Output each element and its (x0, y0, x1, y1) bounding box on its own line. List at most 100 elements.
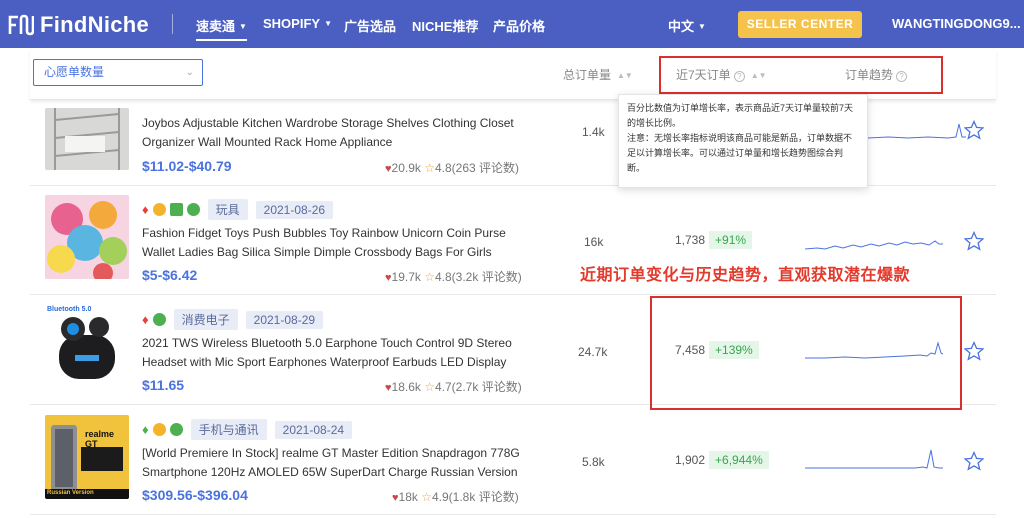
play-video-icon[interactable] (186, 203, 200, 216)
wishlist-rating: ♥18.6k ☆4.7(2.7k 评论数) (385, 378, 522, 395)
tooltip-note: 注意：无增长率指标说明该商品可能是新品，订单数据不足以计算增长率。可以通过订单量… (627, 133, 853, 173)
orders-7d-value: 1,902 (675, 453, 706, 467)
orders-7d: 1,902 +6,944% (675, 451, 769, 469)
half-star-icon: ☆ (424, 270, 435, 284)
favorite-star-icon[interactable] (964, 451, 984, 471)
orders-7d: 1,738 +91% (675, 231, 753, 249)
rating-text: 4.8(3.2k 评论数) (435, 270, 522, 284)
product-title[interactable]: Joybos Adjustable Kitchen Wardrobe Stora… (142, 114, 542, 152)
nav-product-price[interactable]: 产品价格 (493, 16, 545, 35)
trend-sparkline (805, 240, 943, 250)
column-header-bar: 心愿单数量 ⌄ 总订单量 ▲▼ 近7天订单? ▲▼ 订单趋势? (30, 50, 996, 100)
top-navigation-bar: FindNiche 速卖通 ▼ SHOPIFY ▼ 广告选品 NICHE推荐 产品价… (0, 0, 1024, 48)
chevron-down-icon: ▼ (239, 22, 247, 31)
hot-fire-icon: ♦ (142, 312, 149, 327)
favorite-star-icon[interactable] (964, 120, 984, 140)
half-star-icon: ☆ (424, 380, 435, 394)
logo-icon (8, 14, 34, 36)
orders-7d-value: 1,738 (675, 233, 706, 247)
highlight-box-row (650, 296, 962, 410)
title-line: [World Premiere In Stock] realme GT Mast… (142, 446, 520, 460)
category-tag[interactable]: 玩具 (207, 199, 248, 220)
title-line: 2021 TWS Wireless Bluetooth 5.0 Earphone… (142, 336, 512, 350)
wishlist-rating: ♥20.9k ☆4.8(263 评论数) (385, 159, 519, 176)
sort-icon: ▲▼ (617, 71, 633, 80)
category-tag[interactable]: 消费电子 (173, 309, 238, 330)
nav-ad-selection[interactable]: 广告选品 (344, 16, 396, 35)
date-tag: 2021-08-29 (245, 310, 324, 329)
award-icon (152, 203, 166, 216)
shopify-bag-icon (169, 203, 183, 216)
wishlist-count: 19.7k (391, 270, 421, 284)
play-video-icon[interactable] (152, 313, 166, 326)
product-badges: ♦ 玩具 2021-08-26 (142, 199, 334, 220)
annotation-caption: 近期订单变化与历史趋势，直观获取潜在爆款 (580, 267, 911, 284)
rating-text: 4.7(2.7k 评论数) (435, 380, 522, 394)
title-line: Joybos Adjustable Kitchen Wardrobe Stora… (142, 116, 514, 130)
rating-text: 4.8(263 评论数) (435, 161, 520, 175)
sort-select[interactable]: 心愿单数量 ⌄ (33, 59, 203, 86)
nav-label: 广告选品 (344, 19, 397, 34)
tooltip-text: 百分比数值为订单增长率，表示商品近7天订单量较前7天的增长比例。 (627, 103, 854, 128)
favorite-star-icon[interactable] (964, 341, 984, 361)
product-title[interactable]: Fashion Fidget Toys Push Bubbles Toy Rai… (142, 224, 542, 262)
total-orders: 1.4k (582, 125, 605, 139)
chevron-down-icon: ▼ (324, 19, 332, 28)
nav-label: SHOPIFY (263, 16, 321, 31)
wishlist-count: 20.9k (391, 161, 421, 175)
fidget-toys-image (45, 195, 129, 279)
findniche-logo[interactable]: FindNiche (8, 12, 149, 38)
wishlist-rating: ♥19.7k ☆4.8(3.2k 评论数) (385, 268, 522, 285)
trend-sparkline (805, 449, 943, 469)
total-orders: 16k (584, 235, 604, 249)
product-badges: ♦ 手机与通讯 2021-08-24 (142, 419, 353, 440)
title-line: Smartphone 120Hz AMOLED 65W SuperDart Ch… (142, 465, 518, 479)
chevron-down-icon: ⌄ (185, 67, 194, 78)
product-price: $5-$6.42 (142, 267, 198, 283)
nav-label: NICHE推荐 (412, 19, 479, 34)
user-menu[interactable]: WANGTINGDONG9... (892, 16, 1021, 31)
chevron-down-icon: ▼ (698, 22, 706, 31)
product-title[interactable]: 2021 TWS Wireless Bluetooth 5.0 Earphone… (142, 334, 542, 372)
title-line: Organizer Wall Mounted Rack Home Applian… (142, 135, 393, 149)
shelves-image (45, 108, 129, 170)
green-leaf-icon: ♦ (142, 422, 149, 437)
phone-image: realme GT Russian Version (45, 415, 129, 499)
rating-text: 4.9(1.8k 评论数) (432, 490, 519, 504)
logo-text: FindNiche (40, 12, 150, 37)
hot-fire-icon: ♦ (142, 202, 149, 217)
growth-badge: +6,944% (709, 451, 769, 469)
date-tag: 2021-08-24 (274, 420, 353, 439)
nav-shopify[interactable]: SHOPIFY ▼ (263, 16, 332, 31)
column-label: 总订单量 (563, 68, 612, 82)
nav-aliexpress[interactable]: 速卖通 ▼ (196, 16, 247, 41)
thumb-label: realme GT (85, 429, 115, 449)
total-orders-header[interactable]: 总订单量 ▲▼ (563, 66, 633, 83)
language-label: 中文 (668, 19, 695, 34)
wishlist-count: 18.6k (391, 380, 421, 394)
total-orders: 24.7k (578, 345, 608, 359)
nav-niche-recommend[interactable]: NICHE推荐 (412, 16, 478, 35)
earbuds-image: Bluetooth 5.0 (45, 305, 129, 389)
half-star-icon: ☆ (421, 490, 432, 504)
product-price: $11.65 (142, 377, 185, 393)
wishlist-count: 18k (398, 490, 418, 504)
nav-divider (172, 14, 173, 34)
product-row[interactable]: realme GT Russian Version ♦ 手机与通讯 2021-0… (30, 407, 996, 515)
thumb-label: Bluetooth 5.0 (47, 306, 92, 313)
product-title[interactable]: [World Premiere In Stock] realme GT Mast… (142, 444, 552, 482)
seller-center-button[interactable]: SELLER CENTER (738, 11, 862, 38)
title-line: Fashion Fidget Toys Push Bubbles Toy Rai… (142, 226, 506, 240)
total-orders: 5.8k (582, 455, 605, 469)
growth-badge: +91% (709, 231, 753, 249)
category-tag[interactable]: 手机与通讯 (190, 419, 267, 440)
sort-select-value: 心愿单数量 (44, 65, 105, 79)
growth-rate-tooltip: 百分比数值为订单增长率，表示商品近7天订单量较前7天的增长比例。 注意：无增长率… (618, 94, 868, 188)
half-star-icon: ☆ (424, 161, 435, 175)
favorite-star-icon[interactable] (964, 231, 984, 251)
play-video-icon[interactable] (169, 423, 183, 436)
product-badges: ♦ 消费电子 2021-08-29 (142, 309, 324, 330)
product-price: $309.56-$396.04 (142, 487, 248, 503)
nav-label: 产品价格 (493, 19, 546, 34)
language-selector[interactable]: 中文 ▼ (668, 16, 706, 35)
